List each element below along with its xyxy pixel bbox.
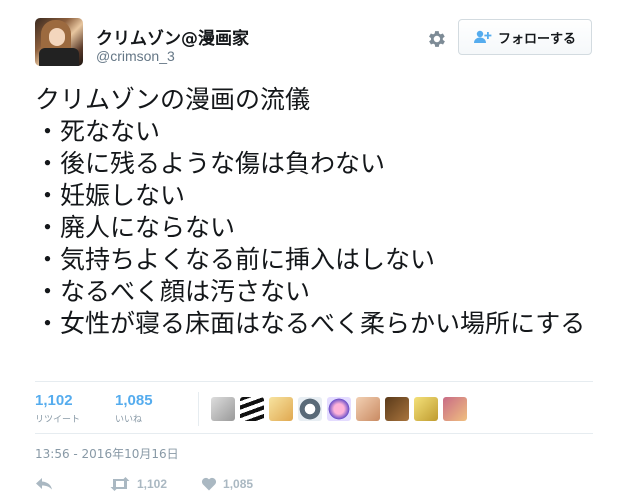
- liker-avatar[interactable]: [298, 397, 322, 421]
- follow-label-suffix: する: [550, 31, 577, 47]
- liker-avatar[interactable]: [385, 397, 409, 421]
- retweet-action[interactable]: 1,102: [109, 477, 167, 491]
- reply-icon[interactable]: [35, 477, 53, 491]
- liker-avatar[interactable]: [414, 397, 438, 421]
- retweet-count: 1,102: [35, 392, 73, 409]
- heart-icon: [201, 477, 217, 491]
- tweet-timestamp[interactable]: 13:56 - 2016年10月16日: [35, 445, 179, 462]
- like-label: いいね: [115, 415, 143, 425]
- follow-label: フォロー: [497, 31, 550, 47]
- like-count: 1,085: [115, 392, 153, 409]
- liker-avatar[interactable]: [240, 397, 264, 421]
- retweet-label: リツイート: [35, 415, 81, 425]
- tweet-line: ・女性が寝る床面はなるべく柔らかい場所にする: [35, 309, 586, 338]
- tweet-header: クリムゾン@漫画家 @crimson_3 フォローする: [35, 18, 600, 73]
- liker-avatars: [211, 397, 467, 421]
- tweet-actions: 1,102 1,085: [35, 474, 253, 494]
- user-avatar[interactable]: [35, 18, 83, 66]
- liker-avatar[interactable]: [356, 397, 380, 421]
- user-handle[interactable]: @crimson_3: [96, 48, 175, 64]
- follow-button[interactable]: フォローする: [458, 19, 592, 55]
- liker-avatar[interactable]: [443, 397, 467, 421]
- liker-avatar[interactable]: [269, 397, 293, 421]
- like-stat[interactable]: 1,085 いいね: [115, 392, 153, 425]
- gear-icon[interactable]: [425, 28, 447, 50]
- retweet-stat[interactable]: 1,102 リツイート: [35, 392, 80, 425]
- tweet-line: ・死なない: [35, 117, 161, 146]
- tweet-line: ・廃人にならない: [35, 213, 236, 242]
- retweet-icon: [110, 477, 130, 491]
- add-user-icon: [473, 30, 492, 43]
- divider: [35, 381, 593, 382]
- tweet-line: クリムゾンの漫画の流儀: [35, 85, 311, 114]
- liker-avatar[interactable]: [327, 397, 351, 421]
- tweet-stats: 1,102 リツイート 1,085 いいね: [35, 392, 593, 428]
- divider: [35, 433, 593, 434]
- tweet-line: ・妊娠しない: [35, 181, 186, 210]
- stats-separator: [198, 392, 199, 426]
- user-display-name[interactable]: クリムゾン@漫画家: [96, 24, 249, 49]
- like-action[interactable]: 1,085: [201, 477, 253, 491]
- retweet-action-count: 1,102: [137, 477, 168, 491]
- tweet-text: クリムゾンの漫画の流儀 ・死なない ・後に残るような傷は負わない ・妊娠しない …: [35, 84, 605, 340]
- tweet-line: ・なるべく顔は汚さない: [35, 277, 311, 306]
- tweet-line: ・気持ちよくなる前に挿入はしない: [35, 245, 436, 274]
- liker-avatar[interactable]: [211, 397, 235, 421]
- tweet-line: ・後に残るような傷は負わない: [35, 149, 386, 178]
- like-action-count: 1,085: [223, 477, 254, 491]
